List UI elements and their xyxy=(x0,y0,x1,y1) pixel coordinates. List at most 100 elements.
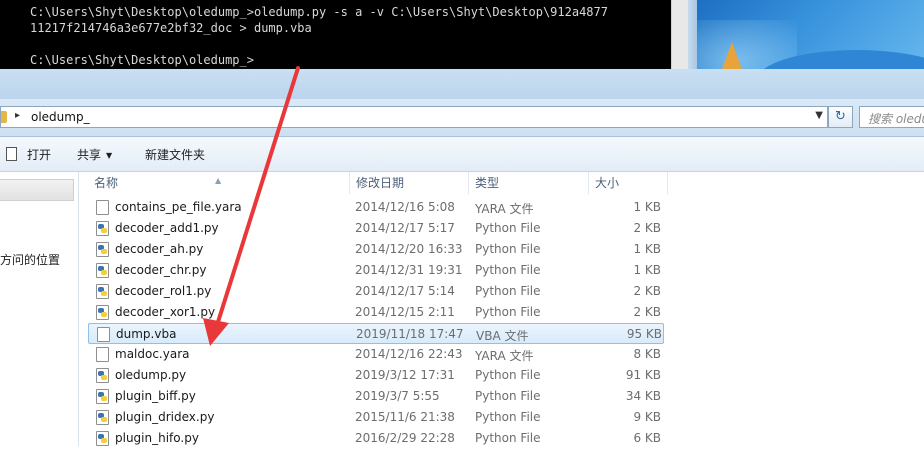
python-file-icon xyxy=(96,263,109,278)
file-name: plugin_biff.py xyxy=(115,389,196,403)
file-row[interactable]: decoder_add1.py 2014/12/17 5:17 Python Fil… xyxy=(88,218,664,239)
console-line-prompt: C:\Users\Shyt\Desktop\oledump_> xyxy=(30,53,254,67)
file-type: Python File xyxy=(475,263,541,277)
console-window-frame xyxy=(688,0,697,69)
file-size: 2 KB xyxy=(633,221,661,235)
file-modified-date: 2019/11/18 17:47 xyxy=(356,327,464,341)
breadcrumb-current-folder[interactable]: oledump_ xyxy=(31,110,90,124)
new-folder-button[interactable]: 新建文件夹 xyxy=(145,146,205,163)
explorer-title-bar xyxy=(0,69,924,99)
file-name: decoder_ah.py xyxy=(115,242,204,256)
address-bar[interactable]: ▸ oledump_ ▼ xyxy=(0,106,828,128)
file-row[interactable]: decoder_chr.py 2014/12/31 19:31 Python Fil… xyxy=(88,260,664,281)
file-type: Python File xyxy=(475,389,541,403)
file-modified-date: 2014/12/31 19:31 xyxy=(355,263,463,277)
file-modified-date: 2019/3/12 17:31 xyxy=(355,368,455,382)
file-size: 1 KB xyxy=(633,263,661,277)
file-size: 2 KB xyxy=(633,305,661,319)
nav-selected-item[interactable] xyxy=(0,179,74,201)
refresh-button[interactable]: ↻ xyxy=(828,106,853,128)
console-line-command: C:\Users\Shyt\Desktop\oledump_>oledump.p… xyxy=(30,5,608,19)
python-file-icon xyxy=(96,410,109,425)
file-name: contains_pe_file.yara xyxy=(115,200,242,214)
nav-item-recent-places[interactable]: 方问的位置 xyxy=(0,251,60,268)
column-header-type[interactable]: 类型 xyxy=(469,172,589,194)
file-modified-date: 2014/12/17 5:14 xyxy=(355,284,455,298)
column-header-date[interactable]: 修改日期 xyxy=(350,172,469,194)
column-size-label: 大小 xyxy=(595,176,620,190)
file-modified-date: 2015/11/6 21:38 xyxy=(355,410,455,424)
file-row[interactable]: oledump.py 2019/3/12 17:31 Python File 91 K… xyxy=(88,365,664,386)
navigation-pane: 方问的位置 xyxy=(0,172,79,446)
open-button[interactable]: 打开 xyxy=(6,146,51,163)
open-label: 打开 xyxy=(27,148,52,162)
file-size: 2 KB xyxy=(633,284,661,298)
file-type: Python File xyxy=(475,410,541,424)
sort-ascending-icon: ▲ xyxy=(215,176,222,185)
file-icon xyxy=(97,327,110,342)
file-size: 8 KB xyxy=(633,347,661,361)
column-header-row: 名称 ▲ 修改日期 类型 大小 xyxy=(88,172,924,194)
file-row[interactable]: maldoc.yara 2014/12/16 22:43 YARA 文件 8 KB xyxy=(88,344,664,365)
file-size: 1 KB xyxy=(633,200,661,214)
console-line-continuation: 11217f214746a3e677e2bf32_doc > dump.vba xyxy=(30,21,312,35)
file-type: YARA 文件 xyxy=(475,202,534,216)
file-type: YARA 文件 xyxy=(475,349,534,363)
console-scrollbar[interactable] xyxy=(671,0,689,69)
file-type: Python File xyxy=(475,431,541,445)
file-type: Python File xyxy=(475,242,541,256)
file-name: oledump.py xyxy=(115,368,187,382)
file-name: plugin_dridex.py xyxy=(115,410,215,424)
file-modified-date: 2014/12/16 22:43 xyxy=(355,347,463,361)
file-row[interactable]: dump.vba 2019/11/18 17:47 VBA 文件 95 KB xyxy=(88,323,664,344)
address-dropdown-icon[interactable]: ▼ xyxy=(815,110,823,121)
file-row[interactable]: plugin_dridex.py 2015/11/6 21:38 Python Fi… xyxy=(88,407,664,428)
file-size: 9 KB xyxy=(633,410,661,424)
file-size: 1 KB xyxy=(633,242,661,256)
search-placeholder: 搜索 oledu xyxy=(868,112,924,126)
file-modified-date: 2014/12/17 5:17 xyxy=(355,221,455,235)
file-name: decoder_add1.py xyxy=(115,221,219,235)
file-type: VBA 文件 xyxy=(476,329,529,343)
python-file-icon xyxy=(96,242,109,257)
file-modified-date: 2014/12/15 2:11 xyxy=(355,305,455,319)
file-type: Python File xyxy=(475,221,541,235)
file-row[interactable]: contains_pe_file.yara 2014/12/16 5:08 YARA… xyxy=(88,197,664,218)
python-file-icon xyxy=(96,305,109,320)
file-modified-date: 2019/3/7 5:55 xyxy=(355,389,440,403)
python-file-icon xyxy=(96,431,109,446)
file-row[interactable]: decoder_xor1.py 2014/12/15 2:11 Python Fil… xyxy=(88,302,664,323)
share-label: 共享 xyxy=(77,148,102,162)
document-icon xyxy=(6,147,17,161)
column-date-label: 修改日期 xyxy=(356,176,405,190)
breadcrumb-chevron-icon[interactable]: ▸ xyxy=(15,110,20,121)
file-list: 名称 ▲ 修改日期 类型 大小 contains_pe_file.yara 2014… xyxy=(88,172,924,446)
command-toolbar: 打开 共享 ▼ 新建文件夹 xyxy=(0,137,924,172)
file-name: decoder_chr.py xyxy=(115,263,207,277)
column-type-label: 类型 xyxy=(475,176,500,190)
python-file-icon xyxy=(96,221,109,236)
explorer-window: ▸ oledump_ ▼ ↻ 搜索 oledu 打开 共享 ▼ 新建文件夹 方问的… xyxy=(0,69,924,446)
file-size: 95 KB xyxy=(626,327,662,341)
file-row[interactable]: plugin_biff.py 2019/3/7 5:55 Python File 34… xyxy=(88,386,664,407)
share-button[interactable]: 共享 ▼ xyxy=(77,146,112,163)
file-type: Python File xyxy=(475,368,541,382)
python-file-icon xyxy=(96,368,109,383)
file-modified-date: 2016/2/29 22:28 xyxy=(355,431,455,445)
file-name: decoder_rol1.py xyxy=(115,284,212,298)
column-header-name[interactable]: 名称 ▲ xyxy=(88,172,350,194)
column-header-size[interactable]: 大小 xyxy=(589,172,668,194)
file-modified-date: 2014/12/16 5:08 xyxy=(355,200,455,214)
desktop-wallpaper xyxy=(697,0,924,74)
file-icon xyxy=(96,347,109,362)
file-row[interactable]: decoder_ah.py 2014/12/20 16:33 Python File… xyxy=(88,239,664,260)
file-size: 34 KB xyxy=(625,389,661,403)
file-type: Python File xyxy=(475,284,541,298)
folder-icon xyxy=(1,111,7,123)
file-type: Python File xyxy=(475,305,541,319)
file-icon xyxy=(96,200,109,215)
file-modified-date: 2014/12/20 16:33 xyxy=(355,242,463,256)
python-file-icon xyxy=(96,389,109,404)
file-row[interactable]: decoder_rol1.py 2014/12/17 5:14 Python Fil… xyxy=(88,281,664,302)
search-input[interactable]: 搜索 oledu xyxy=(859,106,924,128)
